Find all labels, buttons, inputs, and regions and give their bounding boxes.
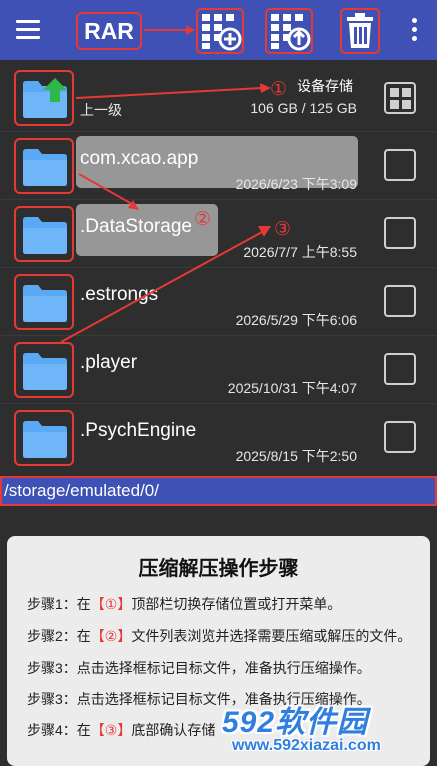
grid-view-icon[interactable] [384, 82, 416, 114]
folder-icon-frame [14, 410, 74, 466]
folder-icon [23, 421, 67, 458]
guide-arrow [60, 226, 271, 343]
storage-label[interactable]: 设备存储 [297, 76, 353, 96]
select-checkbox[interactable] [384, 217, 416, 249]
archive-upload-icon [271, 14, 311, 51]
archive-add-icon [202, 14, 242, 51]
select-checkbox[interactable] [384, 353, 416, 385]
folder-up-icon [23, 78, 67, 118]
add-to-archive-button[interactable] [196, 8, 244, 54]
select-checkbox[interactable] [384, 285, 416, 317]
file-name: com.xcao.app [80, 148, 199, 169]
help-step: 步骤4：在【③】底部确认存储 [27, 722, 216, 738]
rar-button[interactable]: RAR [76, 12, 142, 50]
help-step: 步骤3：点击选择框标记目标文件，准备执行压缩操作。 [27, 660, 371, 676]
folder-icon [23, 149, 67, 186]
file-row[interactable]: .PsychEngine 2025/8/15 下午2:50 [0, 404, 437, 472]
delete-button[interactable] [340, 8, 380, 54]
trash-icon [347, 13, 373, 48]
help-step: 步骤1：在【①】顶部栏切换存储位置或打开菜单。 [27, 596, 342, 612]
extract-archive-button[interactable] [265, 8, 313, 54]
guide-arrow [75, 83, 271, 99]
file-date: 2025/10/31 下午4:07 [227, 380, 357, 396]
select-checkbox[interactable] [384, 149, 416, 181]
guide-arrow [144, 25, 195, 35]
help-title: 压缩解压操作步骤 [138, 558, 299, 580]
file-row[interactable]: .player 2025/10/31 下午4:07 [0, 336, 437, 404]
file-name: .PsychEngine [80, 420, 197, 441]
folder-icon-frame [14, 138, 74, 194]
file-name: .player [80, 352, 138, 373]
watermark-url: www.592xiazai.com [232, 737, 381, 754]
more-options-icon[interactable] [410, 18, 418, 44]
folder-icon [23, 353, 67, 390]
file-row[interactable]: com.xcao.app 2026/6/23 下午3:09 [0, 132, 437, 200]
watermark-brand: 592软件园 [222, 706, 369, 739]
watermark-logo: 592软件园 www.592xiazai.com [222, 697, 434, 759]
select-checkbox[interactable] [384, 421, 416, 453]
folder-icon-frame [14, 342, 74, 398]
file-date: 2025/8/15 下午2:50 [235, 448, 357, 464]
guide-arrow [78, 173, 139, 210]
hamburger-menu-icon[interactable] [16, 18, 42, 42]
help-step: 步骤2：在【②】文件列表浏览并选择需要压缩或解压的文件。 [27, 628, 412, 644]
parent-folder-icon-frame [14, 70, 74, 126]
file-date: 2026/6/23 下午3:09 [235, 176, 357, 192]
current-path-bar[interactable]: /storage/emulated/0/ [0, 476, 437, 506]
annotation-marker-3: ③ [274, 219, 292, 240]
